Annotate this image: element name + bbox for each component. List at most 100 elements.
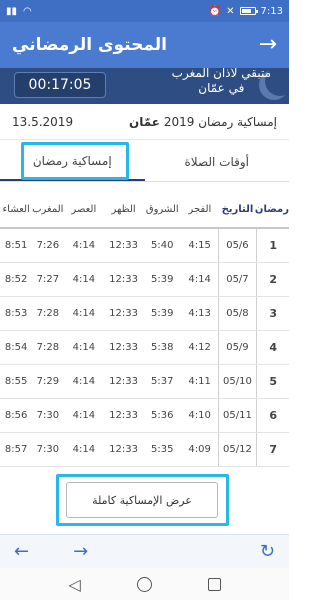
cell-isha: 8:53 [0, 296, 33, 331]
cell-ramadan: 3 [256, 296, 289, 331]
city-name: عمّان [129, 114, 160, 129]
col-header-maghrib: المغرب [32, 192, 64, 229]
col-header-fajr: الفجر [181, 192, 219, 229]
cell-date: 05/7 [217, 262, 258, 297]
cell-maghrib: 7:28 [32, 296, 64, 331]
browser-back-icon[interactable]: ← [14, 541, 29, 562]
cell-dhuhr: 12:33 [104, 262, 143, 297]
cell-maghrib: 7:29 [32, 364, 64, 399]
cell-maghrib: 7:28 [32, 330, 64, 365]
cell-fajr: 4:11 [181, 364, 219, 399]
table-row: 7 05/12 4:09 5:35 12:33 4:14 7:30 8:57 [0, 432, 289, 467]
cell-asr: 4:14 [63, 296, 105, 331]
cell-date: 05/8 [217, 296, 258, 331]
cell-maghrib: 7:30 [32, 432, 64, 467]
cell-asr: 4:14 [63, 330, 105, 365]
col-header-sunrise: الشروق [142, 192, 182, 229]
cell-date: 05/12 [217, 432, 258, 467]
cell-date: 05/9 [217, 330, 258, 365]
status-bar: ▮▮ ◠ ⏰ ✕ 7:13 [0, 0, 289, 22]
cell-date: 05/10 [217, 364, 258, 399]
col-header-asr: العصر [63, 192, 105, 229]
countdown-label-line2: في عمّان [198, 81, 245, 95]
col-header-isha: العشاء [0, 192, 33, 229]
cell-sunrise: 5:36 [142, 398, 182, 433]
cell-dhuhr: 12:33 [104, 330, 143, 365]
cell-isha: 8:56 [0, 398, 33, 433]
cell-asr: 4:14 [63, 228, 105, 263]
cell-dhuhr: 12:33 [104, 364, 143, 399]
nav-home-icon[interactable] [136, 576, 152, 592]
cell-sunrise: 5:37 [142, 364, 182, 399]
cell-isha: 8:52 [0, 262, 33, 297]
status-time: 7:13 [260, 5, 283, 17]
cell-maghrib: 7:26 [32, 228, 64, 263]
tab-prayer-times[interactable]: أوقات الصلاة [145, 142, 290, 181]
schedule-title: إمساكية رمضان 2019 [163, 114, 277, 129]
reload-icon[interactable]: ↻ [260, 541, 275, 562]
table-row: 3 05/8 4:13 5:39 12:33 4:14 7:28 8:53 [0, 296, 289, 331]
cell-isha: 8:54 [0, 330, 33, 365]
table-row: 4 05/9 4:12 5:38 12:33 4:14 7:28 8:54 [0, 330, 289, 365]
tab-bar: إمساكية رمضان أوقات الصلاة [0, 142, 289, 182]
cell-fajr: 4:09 [181, 432, 219, 467]
cell-ramadan: 2 [256, 262, 289, 297]
page-title: المحتوى الرمضاني [12, 35, 167, 55]
tab-ramadan-schedule[interactable]: إمساكية رمضان [0, 142, 145, 181]
cell-asr: 4:14 [63, 262, 105, 297]
cell-sunrise: 5:35 [142, 432, 182, 467]
cell-sunrise: 5:39 [142, 296, 182, 331]
cell-isha: 8:51 [0, 228, 33, 263]
show-full-schedule-button[interactable]: عرض الإمساكية كاملة [66, 482, 218, 518]
countdown-timer: 00:17:05 [14, 72, 106, 98]
battery-icon [239, 7, 258, 15]
cell-fajr: 4:10 [181, 398, 219, 433]
cell-dhuhr: 12:33 [104, 432, 143, 467]
cell-isha: 8:55 [0, 364, 33, 399]
signal-icon: ▮▮ [6, 5, 18, 17]
cell-date: 05/6 [217, 228, 258, 263]
table-row: 1 05/6 4:15 5:40 12:33 4:14 7:26 8:51 [0, 228, 289, 263]
cell-dhuhr: 12:33 [104, 398, 143, 433]
table-header-row: رمضان التاريخ الفجر الشروق الظهر العصر ا… [0, 192, 289, 229]
cell-ramadan: 4 [256, 330, 289, 365]
cell-fajr: 4:12 [181, 330, 219, 365]
cell-sunrise: 5:38 [142, 330, 182, 365]
cell-dhuhr: 12:33 [104, 296, 143, 331]
cell-date: 05/11 [217, 398, 258, 433]
cell-ramadan: 5 [256, 364, 289, 399]
countdown-label-line1: متبقي لأذان المغرب [171, 68, 271, 80]
table-row: 6 05/11 4:10 5:36 12:33 4:14 7:30 8:56 [0, 398, 289, 433]
cell-isha: 8:57 [0, 432, 33, 467]
cell-asr: 4:14 [63, 432, 105, 467]
table-row: 5 05/10 4:11 5:37 12:33 4:14 7:29 8:55 [0, 364, 289, 399]
countdown-label: متبقي لأذان المغرب في عمّان [172, 68, 271, 96]
cell-asr: 4:14 [63, 364, 105, 399]
system-nav-bar: ◁ [0, 568, 289, 600]
nav-back-icon[interactable]: ◁ [68, 575, 80, 594]
countdown-banner: 00:17:05 متبقي لأذان المغرب في عمّان [0, 68, 289, 104]
nav-recents-icon[interactable] [207, 577, 221, 591]
cell-maghrib: 7:27 [32, 262, 64, 297]
wifi-icon: ◠ [23, 5, 32, 17]
cell-asr: 4:14 [63, 398, 105, 433]
cell-dhuhr: 12:33 [104, 228, 143, 263]
full-schedule-area: عرض الإمساكية كاملة [0, 470, 289, 532]
back-arrow-icon[interactable]: → [259, 34, 277, 56]
app-bar: المحتوى الرمضاني → [0, 22, 289, 68]
browser-toolbar: ← → ↻ [0, 534, 289, 568]
schedule-table: رمضان التاريخ الفجر الشروق الظهر العصر ا… [0, 192, 289, 468]
col-header-date: التاريخ [218, 192, 257, 229]
cell-ramadan: 1 [256, 228, 289, 263]
cell-sunrise: 5:40 [142, 228, 182, 263]
mute-icon: ✕ [226, 5, 235, 17]
table-row: 2 05/7 4:14 5:39 12:33 4:14 7:27 8:52 [0, 262, 289, 297]
cell-maghrib: 7:30 [32, 398, 64, 433]
schedule-label: إمساكية رمضان 2019 عمّان [129, 115, 277, 129]
col-header-ramadan: رمضان [255, 192, 289, 229]
cell-ramadan: 7 [256, 432, 289, 467]
alarm-icon: ⏰ [208, 5, 222, 17]
cell-fajr: 4:15 [181, 228, 219, 263]
browser-forward-icon[interactable]: → [73, 541, 88, 562]
current-date: 13.5.2019 [12, 114, 74, 129]
